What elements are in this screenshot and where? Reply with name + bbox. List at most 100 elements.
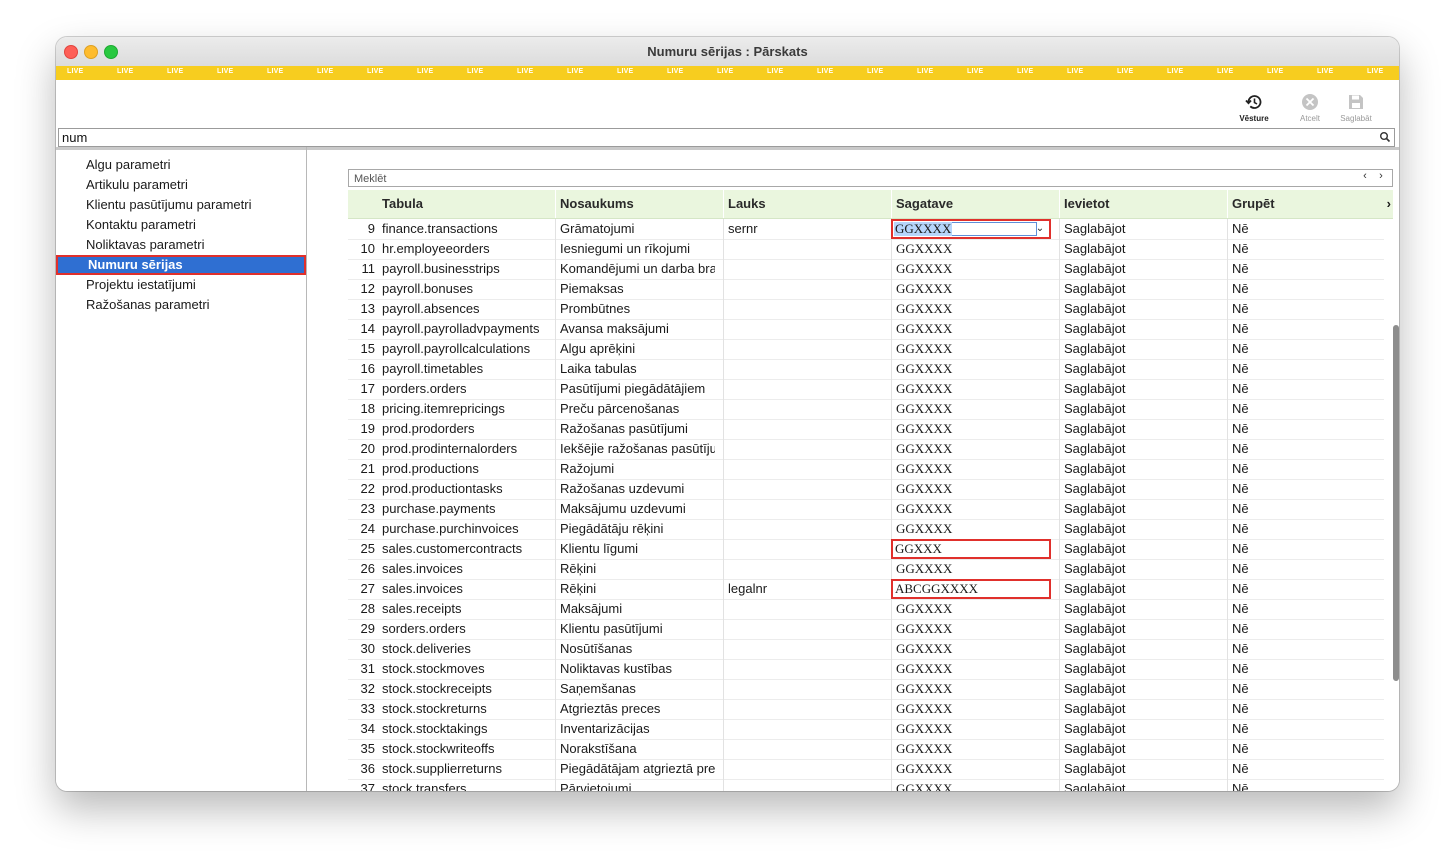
table-row[interactable]: 36 stock.supplierreturns Piegādātājam atgr… bbox=[348, 759, 1384, 780]
cell-nosaukums[interactable]: Maksājumi bbox=[555, 599, 715, 619]
cell-sagatave[interactable]: GGXXXX bbox=[891, 439, 1051, 459]
cell-tabula[interactable]: sorders.orders bbox=[378, 619, 547, 639]
cell-sagatave[interactable]: GGXXXX bbox=[891, 619, 1051, 639]
cell-nosaukums[interactable]: Norakstīšana bbox=[555, 739, 715, 759]
cell-lauks[interactable] bbox=[723, 299, 883, 319]
cell-nosaukums[interactable]: Prombūtnes bbox=[555, 299, 715, 319]
table-row[interactable]: 30 stock.deliveries Nosūtīšanas GGXXXX Sagla… bbox=[348, 639, 1384, 660]
cell-tabula[interactable]: sales.customercontracts bbox=[378, 539, 547, 559]
cell-ievietot[interactable]: Saglabājot bbox=[1059, 659, 1219, 679]
cell-nosaukums[interactable]: Iekšējie ražošanas pasūtījum bbox=[555, 439, 715, 459]
cell-ievietot[interactable]: Saglabājot bbox=[1059, 599, 1219, 619]
cell-nosaukums[interactable]: Piemaksas bbox=[555, 279, 715, 299]
cell-sagatave[interactable]: GGXXXX bbox=[891, 719, 1051, 739]
cell-lauks[interactable] bbox=[723, 239, 883, 259]
cell-grupet[interactable]: Nē bbox=[1227, 699, 1379, 719]
cell-ievietot[interactable]: Saglabājot bbox=[1059, 699, 1219, 719]
cell-grupet[interactable]: Nē bbox=[1227, 779, 1379, 791]
sidebar-item[interactable]: Noliktavas parametri bbox=[56, 235, 306, 255]
cell-nosaukums[interactable]: Maksājumu uzdevumi bbox=[555, 499, 715, 519]
cell-tabula[interactable]: porders.orders bbox=[378, 379, 547, 399]
cell-lauks[interactable] bbox=[723, 679, 883, 699]
table-row[interactable]: 23 purchase.payments Maksājumu uzdevumi GGX… bbox=[348, 499, 1384, 520]
sidebar-item[interactable]: Algu parametri bbox=[56, 155, 306, 175]
cell-tabula[interactable]: stock.deliveries bbox=[378, 639, 547, 659]
cell-grupet[interactable]: Nē bbox=[1227, 439, 1379, 459]
cell-lauks[interactable] bbox=[723, 359, 883, 379]
cell-nosaukums[interactable]: Rēķini bbox=[555, 559, 715, 579]
cell-lauks[interactable] bbox=[723, 659, 883, 679]
cell-tabula[interactable]: sales.invoices bbox=[378, 579, 547, 599]
table-row[interactable]: 37 stock.transfers Pārvietojumi GGXXXX Sagla… bbox=[348, 779, 1384, 791]
cell-sagatave[interactable]: GGXXXX bbox=[891, 399, 1051, 419]
vertical-scrollbar[interactable] bbox=[1393, 325, 1399, 681]
cell-grupet[interactable]: Nē bbox=[1227, 419, 1379, 439]
filter-input[interactable] bbox=[349, 171, 1339, 187]
cell-sagatave[interactable]: GGXXXX bbox=[891, 759, 1051, 779]
cell-tabula[interactable]: purchase.purchinvoices bbox=[378, 519, 547, 539]
cell-lauks[interactable] bbox=[723, 459, 883, 479]
cell-ievietot[interactable]: Saglabājot bbox=[1059, 219, 1219, 239]
cell-tabula[interactable]: payroll.timetables bbox=[378, 359, 547, 379]
cell-lauks[interactable] bbox=[723, 599, 883, 619]
cell-tabula[interactable]: sales.receipts bbox=[378, 599, 547, 619]
table-row[interactable]: 15 payroll.payrollcalculations Algu aprēķi… bbox=[348, 339, 1384, 360]
cell-ievietot[interactable]: Saglabājot bbox=[1059, 359, 1219, 379]
cell-nosaukums[interactable]: Inventarizācijas bbox=[555, 719, 715, 739]
cell-sagatave[interactable]: GGXXXX bbox=[891, 479, 1051, 499]
cell-lauks[interactable] bbox=[723, 639, 883, 659]
save-button[interactable]: Saglabāt bbox=[1333, 92, 1379, 123]
cell-ievietot[interactable]: Saglabājot bbox=[1059, 679, 1219, 699]
sidebar-item[interactable]: Numuru sērijas bbox=[56, 255, 306, 275]
cell-nosaukums[interactable]: Ražojumi bbox=[555, 459, 715, 479]
cell-nosaukums[interactable]: Avansa maksājumi bbox=[555, 319, 715, 339]
cell-grupet[interactable]: Nē bbox=[1227, 359, 1379, 379]
cell-ievietot[interactable]: Saglabājot bbox=[1059, 559, 1219, 579]
chevron-right-icon[interactable]: › bbox=[1373, 170, 1389, 182]
cell-ievietot[interactable]: Saglabājot bbox=[1059, 539, 1219, 559]
cell-tabula[interactable]: payroll.bonuses bbox=[378, 279, 547, 299]
cell-grupet[interactable]: Nē bbox=[1227, 659, 1379, 679]
table-row[interactable]: 10 hr.employeeorders Iesniegumi un rīkojum… bbox=[348, 239, 1384, 260]
cell-ievietot[interactable]: Saglabājot bbox=[1059, 619, 1219, 639]
cell-ievietot[interactable]: Saglabājot bbox=[1059, 719, 1219, 739]
cell-nosaukums[interactable]: Klientu līgumi bbox=[555, 539, 715, 559]
cell-tabula[interactable]: prod.prodorders bbox=[378, 419, 547, 439]
cell-sagatave[interactable]: GGXXXX bbox=[891, 359, 1051, 379]
cell-nosaukums[interactable]: Ražošanas pasūtījumi bbox=[555, 419, 715, 439]
cell-lauks[interactable]: legalnr bbox=[723, 579, 883, 599]
column-header-nosaukums[interactable]: Nosaukums bbox=[555, 190, 715, 218]
cell-ievietot[interactable]: Saglabājot bbox=[1059, 399, 1219, 419]
cell-grupet[interactable]: Nē bbox=[1227, 379, 1379, 399]
cell-nosaukums[interactable]: Klientu pasūtījumi bbox=[555, 619, 715, 639]
cell-tabula[interactable]: stock.supplierreturns bbox=[378, 759, 547, 779]
cell-tabula[interactable]: payroll.absences bbox=[378, 299, 547, 319]
cell-sagatave[interactable]: GGXXXX bbox=[891, 459, 1051, 479]
cell-grupet[interactable]: Nē bbox=[1227, 319, 1379, 339]
cell-ievietot[interactable]: Saglabājot bbox=[1059, 239, 1219, 259]
table-row[interactable]: 31 stock.stockmoves Noliktavas kustības GGX… bbox=[348, 659, 1384, 680]
cell-grupet[interactable]: Nē bbox=[1227, 739, 1379, 759]
cell-sagatave[interactable]: GGXXXX bbox=[891, 339, 1051, 359]
cell-sagatave[interactable]: GGXXXX bbox=[891, 319, 1051, 339]
cell-sagatave[interactable]: GGXXXX bbox=[891, 779, 1051, 791]
cell-nosaukums[interactable]: Iesniegumi un rīkojumi bbox=[555, 239, 715, 259]
table-row[interactable]: 13 payroll.absences Prombūtnes GGXXXX Saglab… bbox=[348, 299, 1384, 320]
cell-lauks[interactable] bbox=[723, 319, 883, 339]
table-row[interactable]: 14 payroll.payrolladvpayments Avansa maksā… bbox=[348, 319, 1384, 340]
cell-ievietot[interactable]: Saglabājot bbox=[1059, 739, 1219, 759]
cell-lauks[interactable] bbox=[723, 699, 883, 719]
search-input[interactable] bbox=[59, 129, 1365, 146]
column-header-tabula[interactable]: Tabula bbox=[378, 190, 547, 218]
cell-grupet[interactable]: Nē bbox=[1227, 279, 1379, 299]
cell-grupet[interactable]: Nē bbox=[1227, 519, 1379, 539]
cell-tabula[interactable]: payroll.payrolladvpayments bbox=[378, 319, 547, 339]
cell-nosaukums[interactable]: Preču pārcenošanas bbox=[555, 399, 715, 419]
table-row[interactable]: 19 prod.prodorders Ražošanas pasūtījumi GGX… bbox=[348, 419, 1384, 440]
table-row[interactable]: 9 finance.transactions Grāmatojumi sernr GGX… bbox=[348, 219, 1384, 240]
table-row[interactable]: 18 pricing.itemrepricings Preču pārcenošan… bbox=[348, 399, 1384, 420]
cell-grupet[interactable]: Nē bbox=[1227, 479, 1379, 499]
cell-lauks[interactable] bbox=[723, 719, 883, 739]
cell-tabula[interactable]: prod.productiontasks bbox=[378, 479, 547, 499]
cell-nosaukums[interactable]: Noliktavas kustības bbox=[555, 659, 715, 679]
